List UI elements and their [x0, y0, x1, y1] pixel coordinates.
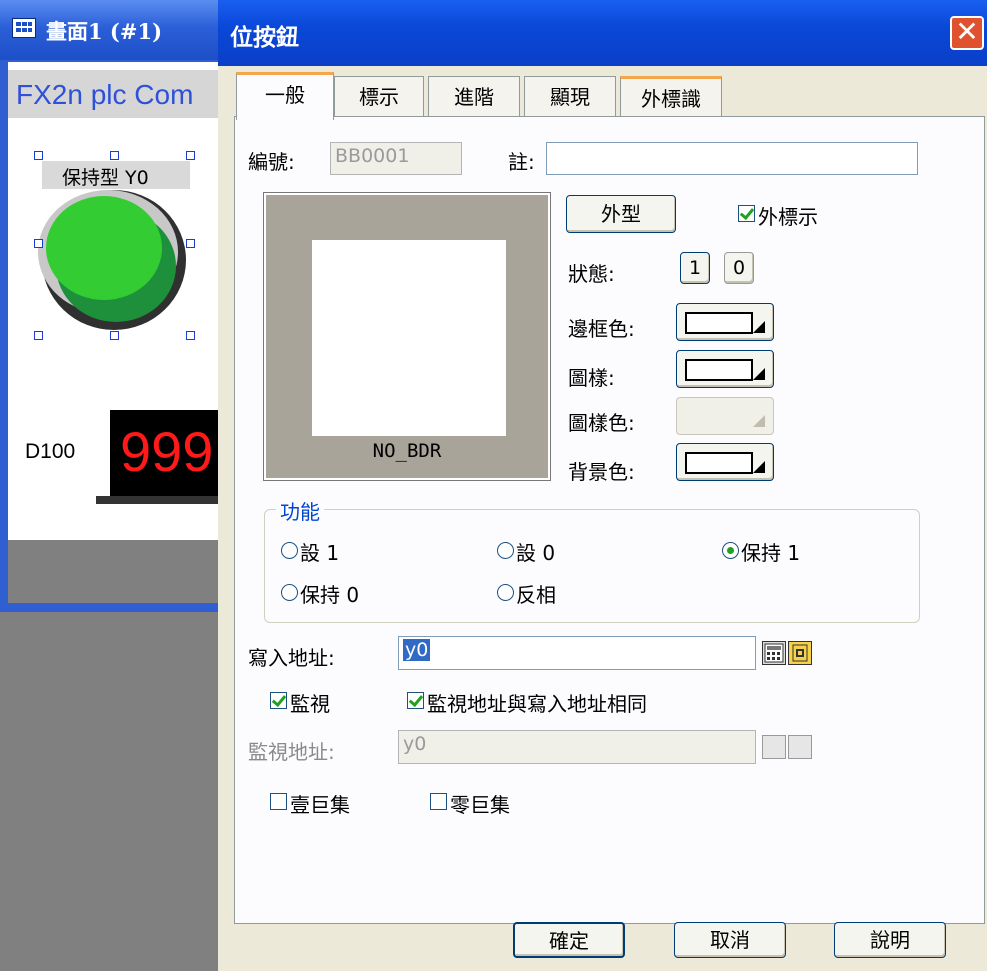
selection-handle[interactable]	[34, 239, 43, 248]
set0-radio-label[interactable]: 設 0	[516, 537, 555, 566]
pattern-picker[interactable]	[676, 350, 774, 388]
selection-handle[interactable]	[110, 331, 119, 340]
child-window-title: 畫面1 (#1)	[46, 19, 163, 44]
ok-button[interactable]: 確定	[513, 922, 625, 958]
preview-caption: NO_BDR	[372, 440, 442, 462]
tab-general[interactable]: 一般	[236, 72, 334, 120]
monitor-address-field: y0	[398, 730, 756, 764]
hold0-radio[interactable]	[281, 584, 298, 601]
invert-radio[interactable]	[497, 584, 514, 601]
pattern-color-label: 圖樣色:	[568, 411, 635, 435]
pattern-swatch	[685, 359, 753, 381]
macro1-checkbox[interactable]	[270, 793, 287, 810]
set1-radio[interactable]	[281, 542, 298, 559]
close-icon: ✕	[955, 15, 979, 48]
background-color-label: 背景色:	[568, 460, 635, 484]
state-label: 狀態:	[568, 262, 615, 286]
numeric-display-label: D100	[25, 440, 76, 463]
state-0-button[interactable]: 0	[724, 252, 754, 284]
monitor-checkbox[interactable]	[270, 692, 287, 709]
pattern-color-picker	[676, 397, 774, 435]
tab-label[interactable]: 標示	[334, 76, 424, 116]
selection-handle[interactable]	[34, 151, 43, 160]
note-label: 註:	[508, 150, 535, 174]
hold1-radio[interactable]	[722, 542, 739, 559]
write-address-label: 寫入地址:	[248, 646, 335, 670]
dialog-title: 位按鈕	[230, 24, 299, 51]
macro0-checkbox-label[interactable]: 零巨集	[450, 789, 510, 818]
set1-radio-label[interactable]: 設 1	[300, 537, 339, 566]
address-tag-icon	[788, 735, 812, 759]
border-color-label: 邊框色:	[568, 317, 635, 341]
external-label-checkbox-label[interactable]: 外標示	[758, 201, 818, 230]
selection-handle[interactable]	[110, 151, 119, 160]
function-group-title: 功能	[276, 496, 324, 525]
green-bit-button[interactable]	[34, 190, 194, 340]
tab-visibility[interactable]: 顯現	[524, 76, 616, 116]
cancel-button[interactable]: 取消	[674, 922, 786, 958]
tab-advanced[interactable]: 進階	[428, 76, 520, 116]
macro1-checkbox-label[interactable]: 壹巨集	[290, 789, 350, 818]
function-group	[264, 509, 920, 623]
selection-handle[interactable]	[186, 331, 195, 340]
screen-icon	[12, 18, 36, 38]
selection-handle[interactable]	[186, 151, 195, 160]
same-address-checkbox-label[interactable]: 監視地址與寫入地址相同	[427, 688, 647, 717]
address-tag-icon[interactable]	[788, 641, 812, 665]
background-color-picker[interactable]	[676, 443, 774, 481]
invert-radio-label[interactable]: 反相	[516, 579, 556, 608]
id-field: BB0001	[330, 142, 462, 175]
dropdown-arrow-icon	[753, 415, 765, 427]
numeric-display-base	[96, 496, 226, 504]
color-swatch	[685, 452, 753, 474]
numeric-display[interactable]: 999	[110, 410, 230, 496]
state-1-button[interactable]: 1	[680, 252, 710, 284]
external-label-checkbox[interactable]	[738, 205, 755, 222]
dialog-titlebar[interactable]: 位按鈕	[218, 0, 987, 66]
close-button[interactable]: ✕	[950, 16, 984, 50]
monitor-address-label: 監視地址:	[248, 740, 335, 764]
monitor-checkbox-label[interactable]: 監視	[290, 688, 330, 717]
dropdown-arrow-icon	[753, 321, 765, 333]
color-swatch	[685, 312, 753, 334]
selection-handle[interactable]	[34, 331, 43, 340]
pattern-label: 圖樣:	[568, 366, 615, 390]
selection-handle[interactable]	[186, 239, 195, 248]
button-caption: 保持型 Y0	[42, 161, 190, 189]
same-address-checkbox[interactable]	[407, 692, 424, 709]
plc-comment-label[interactable]: FX2n plc Com	[8, 70, 222, 118]
id-label: 編號:	[248, 150, 295, 174]
dropdown-arrow-icon	[753, 461, 765, 473]
help-button[interactable]: 說明	[834, 922, 946, 958]
tab-external-label[interactable]: 外標識	[620, 76, 722, 116]
shape-button[interactable]: 外型	[566, 195, 676, 233]
keypad-icon	[762, 735, 786, 759]
note-field[interactable]	[546, 142, 918, 175]
screen-bottom-area	[8, 540, 222, 603]
set0-radio[interactable]	[497, 542, 514, 559]
hold0-radio-label[interactable]: 保持 0	[300, 579, 359, 608]
shape-preview-face	[312, 240, 506, 436]
child-window-titlebar[interactable]: 畫面1 (#1)	[0, 0, 222, 60]
dropdown-arrow-icon	[753, 368, 765, 380]
macro0-checkbox[interactable]	[430, 793, 447, 810]
hold1-radio-label[interactable]: 保持 1	[741, 537, 800, 566]
numeric-display-value: 999	[120, 420, 214, 483]
border-color-picker[interactable]	[676, 303, 774, 341]
write-address-field[interactable]: y0	[398, 636, 756, 670]
keypad-icon[interactable]	[762, 641, 786, 665]
